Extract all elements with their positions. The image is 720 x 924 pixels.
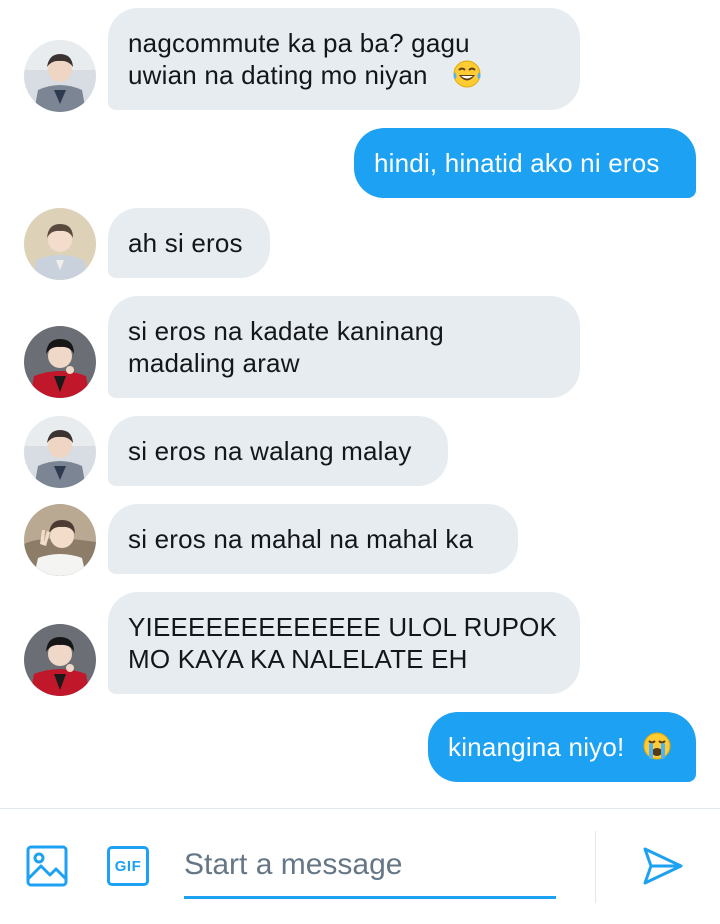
message-text: ah si eros bbox=[128, 228, 243, 258]
message-text: hindi, hinatid ako ni eros bbox=[374, 148, 660, 178]
avatar-red-jacket-image bbox=[24, 624, 96, 696]
message-bubble[interactable]: YIEEEEEEEEEEEEE ULOL RUPOK MO KAYA KA NA… bbox=[108, 592, 580, 694]
avatar-grey-suit-image bbox=[24, 416, 96, 488]
message-text: nagcommute ka pa ba? gagu uwian na datin… bbox=[128, 28, 470, 90]
crying-emoji-icon bbox=[642, 731, 672, 761]
message-text: kinangina niyo! bbox=[448, 732, 625, 762]
image-icon[interactable] bbox=[24, 843, 70, 889]
gif-icon[interactable]: GIF bbox=[105, 843, 151, 889]
avatar-light-jacket-image bbox=[24, 208, 96, 280]
avatar[interactable] bbox=[24, 40, 96, 112]
message-bubble[interactable]: si eros na walang malay bbox=[108, 416, 448, 486]
message-composer: GIF bbox=[0, 808, 720, 924]
avatar[interactable] bbox=[24, 416, 96, 488]
message-bubble[interactable]: ah si eros bbox=[108, 208, 270, 278]
message-text: si eros na kadate kaninang madaling araw bbox=[128, 316, 444, 378]
composer-divider bbox=[595, 831, 596, 903]
avatar-peace-sign-image bbox=[24, 504, 96, 576]
message-text: si eros na walang malay bbox=[128, 436, 412, 466]
send-icon[interactable] bbox=[640, 843, 686, 889]
message-bubble[interactable]: nagcommute ka pa ba? gagu uwian na datin… bbox=[108, 8, 580, 110]
avatar[interactable] bbox=[24, 326, 96, 398]
laughing-tears-emoji-icon bbox=[452, 59, 482, 89]
message-text: si eros na mahal na mahal ka bbox=[128, 524, 474, 554]
message-text: YIEEEEEEEEEEEEE ULOL RUPOK MO KAYA KA NA… bbox=[128, 612, 558, 674]
message-bubble[interactable]: si eros na kadate kaninang madaling araw bbox=[108, 296, 580, 398]
avatar[interactable] bbox=[24, 208, 96, 280]
message-bubble[interactable]: hindi, hinatid ako ni eros bbox=[354, 128, 696, 198]
message-bubble[interactable]: si eros na mahal na mahal ka bbox=[108, 504, 518, 574]
avatar[interactable] bbox=[24, 624, 96, 696]
message-thread: nagcommute ka pa ba? gagu uwian na datin… bbox=[0, 0, 720, 808]
avatar[interactable] bbox=[24, 504, 96, 576]
message-input[interactable] bbox=[184, 835, 556, 895]
avatar-red-jacket-image bbox=[24, 326, 96, 398]
gif-label: GIF bbox=[107, 846, 149, 886]
message-input-wrapper bbox=[184, 835, 556, 899]
avatar-grey-suit-image bbox=[24, 40, 96, 112]
